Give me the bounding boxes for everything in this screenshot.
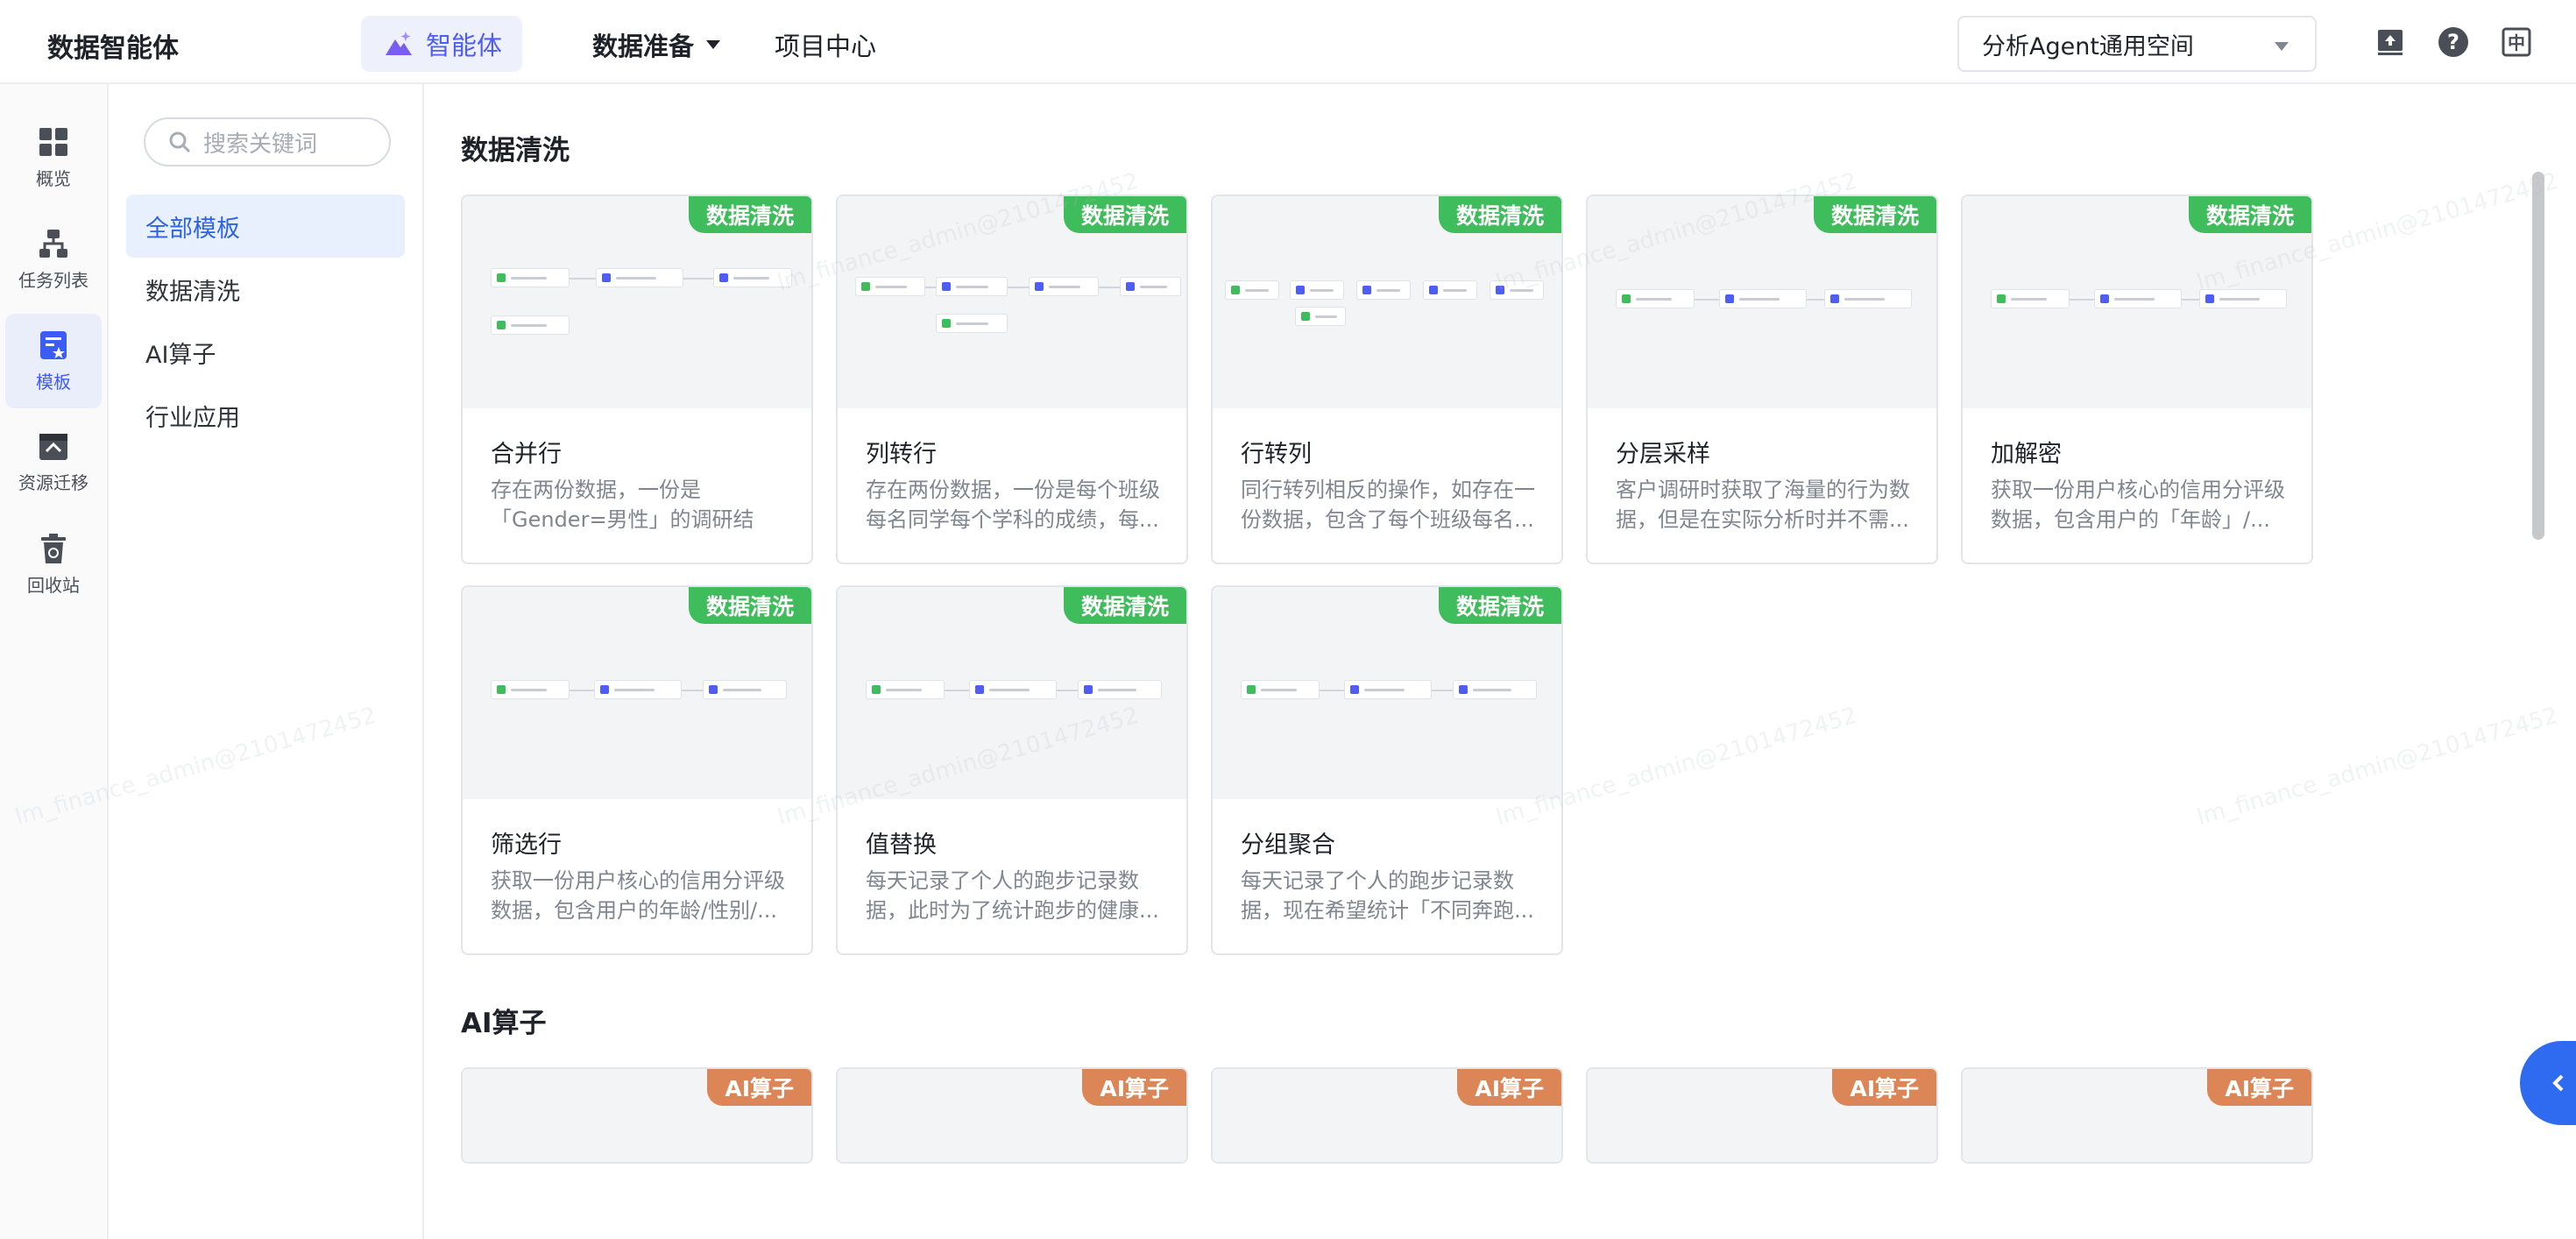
- vertical-scrollbar[interactable]: [2532, 172, 2544, 540]
- nav-project-center[interactable]: 项目中心: [775, 26, 876, 63]
- migrate-icon: [39, 433, 67, 460]
- template-icon: [40, 330, 67, 359]
- template-card[interactable]: AI算子: [836, 1067, 1188, 1164]
- chevron-down-icon: [2275, 42, 2289, 51]
- nav-data-label: 数据准备: [592, 32, 695, 61]
- template-card[interactable]: 数据清洗 分组聚合 每天记录了个人的跑步记录数据，现在希望统计「不同奔跑...: [1211, 585, 1563, 955]
- rail-item-label: 资源迁移: [18, 471, 88, 493]
- card-tag: AI算子: [1832, 1069, 1936, 1106]
- agent-mountain-icon: [386, 32, 412, 55]
- card-tag: 数据清洗: [1063, 196, 1186, 233]
- section-title-data-cleaning: 数据清洗: [461, 135, 570, 166]
- card-title: 合并行: [491, 441, 562, 468]
- top-bar: 数据智能体 智能体 数据准备 项目中心 分析Agent通用空间 ? 中: [0, 0, 2576, 84]
- help-icon[interactable]: ?: [2438, 26, 2469, 58]
- card-description: 每天记录了个人的跑步记录数据，现在希望统计「不同奔跑...: [1241, 868, 1534, 923]
- brand-title: 数据智能体: [47, 33, 179, 64]
- nav-agent-tab[interactable]: 智能体: [361, 16, 522, 72]
- card-tag: 数据清洗: [1438, 196, 1561, 233]
- template-card[interactable]: 数据清洗 合并行 存在两份数据，一份是「Gender=男性」的调研结果，一份是.…: [461, 195, 813, 564]
- card-tag: AI算子: [2207, 1069, 2311, 1106]
- template-card[interactable]: 数据清洗 筛选行 获取一份用户核心的信用分评级数据，包含用户的年龄/性别/...: [461, 585, 813, 955]
- card-description: 同行转列相反的操作，如存在一份数据，包含了每个班级每名...: [1241, 478, 1535, 532]
- card-title: 列转行: [866, 441, 937, 468]
- card-description: 客户调研时获取了海量的行为数据，但是在实际分析时并不需...: [1616, 478, 1910, 532]
- recycle-icon: [41, 533, 66, 563]
- svg-text:?: ?: [2447, 30, 2459, 54]
- card-description: 存在两份数据，一份是每个班级每名同学每个学科的成绩，每...: [866, 478, 1160, 532]
- card-tag: AI算子: [1082, 1069, 1186, 1106]
- rail-item-overview[interactable]: 概览: [5, 110, 102, 205]
- rail-item-label: 概览: [36, 167, 71, 189]
- nav-agent-label: 智能体: [426, 31, 503, 60]
- svg-text:中: 中: [2508, 32, 2525, 53]
- rail-item-resource-migrate[interactable]: 资源迁移: [5, 415, 102, 510]
- nav-data-menu[interactable]: 数据准备: [592, 26, 721, 63]
- category-all-templates[interactable]: 全部模板: [126, 195, 405, 258]
- template-card[interactable]: 数据清洗 加解密 获取一份用户核心的信用分评级数据，包含用户的「年龄」/...: [1961, 195, 2313, 564]
- workspace-select[interactable]: 分析Agent通用空间: [1957, 16, 2317, 72]
- template-card[interactable]: AI算子: [461, 1067, 813, 1164]
- card-title: 分层采样: [1616, 441, 1710, 468]
- card-title: 值替换: [866, 832, 937, 859]
- hierarchy-icon: [39, 229, 67, 258]
- template-card[interactable]: AI算子: [1211, 1067, 1563, 1164]
- card-tag: 数据清洗: [1063, 587, 1186, 624]
- card-title: 筛选行: [491, 832, 562, 859]
- search-input[interactable]: 搜索关键词: [144, 117, 391, 166]
- grid-icon: [39, 127, 67, 156]
- rail-item-task-list[interactable]: 任务列表: [5, 212, 102, 307]
- template-card[interactable]: 数据清洗 值替换 每天记录了个人的跑步记录数据，此时为了统计跑步的健康...: [836, 585, 1188, 955]
- left-rail: 概览 任务列表 模板 资源迁移 回收站: [0, 84, 109, 1239]
- workspace-label: 分析Agent通用空间: [1982, 32, 2194, 60]
- card-title: 行转列: [1241, 441, 1312, 468]
- section-title-ai-operators: AI算子: [461, 1008, 547, 1039]
- card-tag: 数据清洗: [688, 587, 811, 624]
- chevron-down-icon: [706, 40, 721, 49]
- rail-item-label: 模板: [36, 371, 71, 393]
- category-ai-operators[interactable]: AI算子: [126, 321, 405, 384]
- main-content: 数据清洗 数据清洗 合并行 存在两份数据，一份是「Gender=男性」的调研结果…: [424, 84, 2553, 1239]
- category-industry[interactable]: 行业应用: [126, 384, 405, 447]
- template-card[interactable]: 数据清洗 行转列 同行转列相反的操作，如存在一份数据，包含了每个班级每名...: [1211, 195, 1563, 564]
- card-tag: 数据清洗: [688, 196, 811, 233]
- rail-item-label: 任务列表: [18, 269, 88, 291]
- rail-item-template[interactable]: 模板: [5, 314, 102, 408]
- template-sidebar: 搜索关键词 全部模板 数据清洗 AI算子 行业应用: [109, 84, 424, 1239]
- monitor-upload-icon[interactable]: [2374, 26, 2406, 58]
- card-tag: AI算子: [1457, 1069, 1561, 1106]
- search-icon: [169, 131, 191, 153]
- chevron-left-icon: [2552, 1074, 2564, 1092]
- category-data-cleaning[interactable]: 数据清洗: [126, 258, 405, 321]
- template-card[interactable]: 数据清洗 列转行 存在两份数据，一份是每个班级每名同学每个学科的成绩，每...: [836, 195, 1188, 564]
- template-card[interactable]: 数据清洗 分层采样 客户调研时获取了海量的行为数据，但是在实际分析时并不需...: [1586, 195, 1938, 564]
- card-tag: 数据清洗: [2188, 196, 2311, 233]
- card-tag: AI算子: [707, 1069, 811, 1106]
- card-title: 加解密: [1991, 441, 2062, 468]
- template-card[interactable]: AI算子: [1586, 1067, 1938, 1164]
- card-title: 分组聚合: [1241, 832, 1335, 859]
- rail-item-label: 回收站: [27, 574, 80, 596]
- card-tag: 数据清洗: [1813, 196, 1936, 233]
- card-description: 获取一份用户核心的信用分评级数据，包含用户的年龄/性别/...: [491, 868, 785, 923]
- card-description: 获取一份用户核心的信用分评级数据，包含用户的「年龄」/...: [1991, 478, 2285, 532]
- language-icon[interactable]: 中: [2501, 26, 2532, 58]
- search-placeholder: 搜索关键词: [203, 131, 318, 158]
- card-description: 每天记录了个人的跑步记录数据，此时为了统计跑步的健康...: [866, 868, 1159, 923]
- rail-item-recycle-bin[interactable]: 回收站: [5, 517, 102, 612]
- template-card[interactable]: AI算子: [1961, 1067, 2313, 1164]
- card-tag: 数据清洗: [1438, 587, 1561, 624]
- card-description: 存在两份数据，一份是「Gender=男性」的调研结果，一份是...: [491, 478, 754, 532]
